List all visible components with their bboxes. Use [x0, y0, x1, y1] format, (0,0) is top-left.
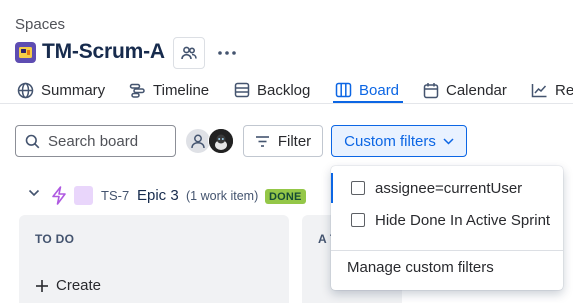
tab-label: Board — [359, 81, 400, 99]
plus-icon — [35, 279, 49, 293]
more-icon — [218, 51, 236, 55]
backlog-icon — [234, 82, 250, 98]
search-icon — [25, 134, 40, 149]
tab-timeline[interactable]: Timeline — [129, 76, 209, 104]
filter-option-hide-done[interactable]: Hide Done In Active Sprint — [331, 204, 563, 236]
filter-button[interactable]: Filter — [243, 125, 323, 157]
people-button[interactable] — [173, 37, 205, 69]
avatar-user[interactable] — [208, 128, 234, 154]
filter-option-assignee[interactable]: assignee=currentUser — [331, 172, 563, 204]
custom-filters-dropdown: assignee=currentUser Hide Done In Active… — [331, 166, 563, 290]
tab-label: Summary — [41, 81, 106, 99]
board-icon — [335, 82, 352, 98]
tab-label: Calendar — [446, 81, 507, 99]
tab-backlog[interactable]: Backlog — [234, 76, 310, 104]
tab-label: Timeline — [153, 81, 210, 99]
epic-color-swatch — [74, 186, 93, 205]
epic-name: Epic 3 — [137, 187, 179, 204]
calendar-icon — [423, 82, 439, 99]
people-icon — [180, 44, 198, 62]
reports-icon — [531, 82, 548, 98]
tab-calendar[interactable]: Calendar — [423, 76, 507, 104]
search-input[interactable] — [48, 132, 168, 150]
tab-summary[interactable]: Summary — [17, 76, 105, 104]
create-label: Create — [56, 277, 102, 294]
search-box[interactable] — [15, 125, 176, 157]
column-title: TO DO — [35, 232, 75, 246]
checkbox[interactable] — [351, 213, 365, 227]
option-label: Hide Done In Active Sprint — [375, 211, 551, 229]
create-button[interactable]: Create — [35, 277, 101, 294]
breadcrumb[interactable]: Spaces — [15, 16, 65, 33]
chevron-down-icon — [28, 189, 40, 197]
filter-icon — [255, 135, 270, 148]
tab-label: Backlog — [257, 81, 311, 99]
filter-label: Filter — [277, 132, 312, 150]
option-label: assignee=currentUser — [375, 179, 523, 197]
epic-icon — [51, 186, 67, 205]
checkbox[interactable] — [351, 181, 365, 195]
status-badge: DONE — [265, 189, 306, 204]
more-actions-button[interactable] — [213, 37, 241, 69]
epic-work-item-count: (1 work item) — [186, 189, 259, 203]
globe-icon — [17, 82, 34, 99]
tab-label: Re — [555, 81, 573, 99]
divider — [331, 250, 563, 251]
active-tab-indicator — [333, 101, 403, 103]
custom-filters-label: Custom filters — [344, 132, 436, 150]
board-column-todo: TO DO Create — [19, 215, 289, 303]
manage-custom-filters-link[interactable]: Manage custom filters — [347, 259, 494, 276]
custom-filters-button[interactable]: Custom filters — [331, 125, 467, 157]
project-avatar-icon — [15, 42, 36, 63]
timeline-icon — [129, 82, 146, 99]
tab-reports[interactable]: Re — [531, 76, 573, 104]
tab-board[interactable]: Board — [335, 76, 399, 104]
epic-key[interactable]: TS-7 — [101, 188, 129, 203]
page-title: TM-Scrum-A — [42, 40, 165, 63]
collapse-swimlane-button[interactable] — [28, 189, 40, 197]
chevron-down-icon — [443, 137, 454, 145]
tab-divider — [0, 103, 573, 104]
tab-bar: Summary Timeline Backlog Board Calendar … — [0, 76, 573, 104]
